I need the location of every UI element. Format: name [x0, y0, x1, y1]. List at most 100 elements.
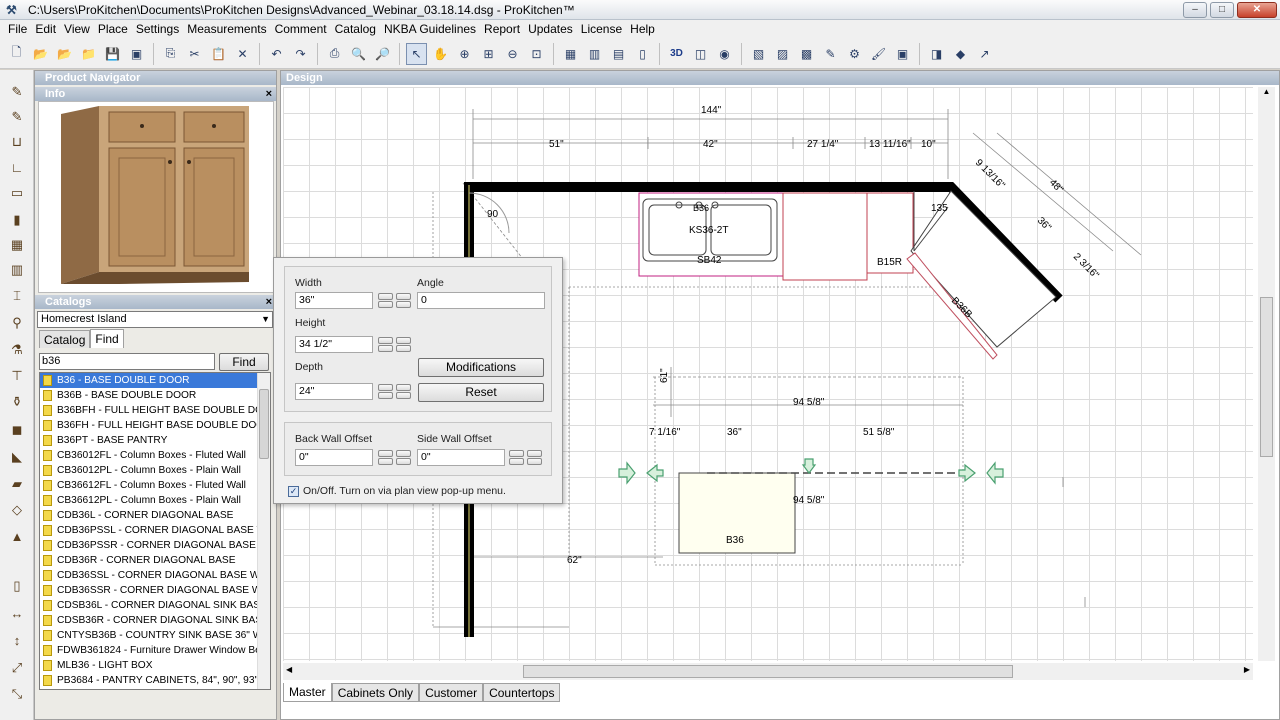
perspective-icon[interactable]: ◫	[690, 43, 711, 65]
window-icon[interactable]: ◨	[926, 43, 947, 65]
menu-view[interactable]: View	[60, 20, 94, 39]
menu-edit[interactable]: Edit	[31, 20, 60, 39]
back-wall-offset-input[interactable]: 0"	[295, 449, 373, 466]
door-panel-icon[interactable]: ▯	[7, 576, 27, 596]
list-item[interactable]: CDB36PSSR - CORNER DIAGONAL BASE WIT	[40, 538, 270, 553]
find-input[interactable]: b36	[39, 353, 215, 370]
list-item[interactable]: CDB36PSSL - CORNER DIAGONAL BASE WIT	[40, 523, 270, 538]
new-file-icon[interactable]: 🗋	[6, 43, 27, 65]
tab-catalog[interactable]: Catalog	[39, 330, 91, 348]
find-button[interactable]: Find	[219, 353, 269, 371]
undo-icon[interactable]: ↶	[266, 43, 287, 65]
menu-updates[interactable]: Updates	[524, 20, 577, 39]
copy-icon[interactable]: ⎘	[160, 43, 181, 65]
menu-comment[interactable]: Comment	[271, 20, 331, 39]
menu-nkba-guidelines[interactable]: NKBA Guidelines	[380, 20, 480, 39]
report-preview-icon[interactable]: 🔎	[372, 43, 393, 65]
rectangle-room-icon[interactable]: ▭	[7, 183, 27, 203]
open-recent-icon[interactable]: 📂	[54, 43, 75, 65]
depth-stepper[interactable]	[378, 384, 412, 401]
list-item[interactable]: FDWB361824 - Furniture Drawer Window Be	[40, 643, 270, 658]
list-item[interactable]: CB36012FL - Column Boxes - Fluted Wall	[40, 448, 270, 463]
list-item[interactable]: B36B - BASE DOUBLE DOOR	[40, 388, 270, 403]
door-icon[interactable]: ▯	[632, 43, 653, 65]
save-as-icon[interactable]: ▣	[126, 43, 147, 65]
tile-icon[interactable]: ◇	[7, 500, 27, 520]
ceiling-icon[interactable]: ▲	[7, 526, 27, 546]
list-item[interactable]: MLB36 - LIGHT BOX	[40, 658, 270, 673]
zoom-in-icon[interactable]: ⊕	[454, 43, 475, 65]
back-wall-offset-stepper[interactable]	[378, 450, 412, 467]
cut-icon[interactable]: ✂	[184, 43, 205, 65]
paint-icon[interactable]: 🖌	[868, 43, 889, 65]
scroll-up-icon[interactable]: ▲	[1258, 87, 1275, 96]
tab-find[interactable]: Find	[90, 329, 124, 348]
wall-cabinet-icon[interactable]: ▦	[7, 235, 27, 255]
vertical-dimension-icon[interactable]: ↕	[7, 630, 27, 650]
table-icon[interactable]: ⊤	[7, 366, 27, 386]
catalog-select[interactable]: Homecrest Island ▼	[37, 311, 273, 328]
menu-license[interactable]: License	[577, 20, 626, 39]
design-vertical-scrollbar[interactable]: ▲	[1258, 87, 1275, 661]
appliance-icon[interactable]: ⚗	[7, 340, 27, 360]
open-template-icon[interactable]: 📁	[78, 43, 99, 65]
design-horizontal-scrollbar[interactable]: ◀ ▶	[283, 663, 1253, 680]
base-cabinet-icon[interactable]: ▮	[7, 210, 27, 230]
tab-customer[interactable]: Customer	[419, 683, 484, 702]
maximize-button[interactable]: □	[1210, 1, 1234, 18]
list-item[interactable]: B36 - BASE DOUBLE DOOR	[40, 373, 270, 388]
menu-settings[interactable]: Settings	[132, 20, 183, 39]
zoom-out-icon[interactable]: ⊖	[502, 43, 523, 65]
height-stepper[interactable]	[378, 337, 412, 354]
menu-help[interactable]: Help	[626, 20, 659, 39]
list-item[interactable]: CNTYSB36B - COUNTRY SINK BASE 36" WIDE	[40, 628, 270, 643]
list-scroll-thumb[interactable]	[259, 389, 269, 459]
zoom-extents-icon[interactable]: ⊡	[526, 43, 547, 65]
width-stepper[interactable]	[378, 293, 412, 310]
list-item[interactable]: B36PT - BASE PANTRY	[40, 433, 270, 448]
angled-dimension-icon[interactable]: ⤡	[7, 684, 27, 704]
settings-gear-icon[interactable]: ⚙	[844, 43, 865, 65]
faucet-icon[interactable]: ⚲	[7, 313, 27, 333]
close-button[interactable]: ✕	[1237, 1, 1277, 18]
view-3d-button[interactable]: 3D	[666, 43, 687, 65]
vase-icon[interactable]: ⚱	[7, 392, 27, 412]
menu-report[interactable]: Report	[480, 20, 524, 39]
redo-icon[interactable]: ↷	[290, 43, 311, 65]
scroll-right-icon[interactable]: ▶	[1244, 665, 1250, 674]
layout-icon[interactable]: ▣	[892, 43, 913, 65]
cabinet-report-icon[interactable]: ▧	[748, 43, 769, 65]
side-wall-offset-input[interactable]: 0"	[417, 449, 505, 466]
print-preview-icon[interactable]: 🔍	[348, 43, 369, 65]
list-item[interactable]: CDSB36R - CORNER DIAGONAL SINK BASE	[40, 613, 270, 628]
select-pointer-icon[interactable]: ↖	[406, 42, 427, 65]
angle-input[interactable]: 0	[417, 292, 545, 309]
menu-catalog[interactable]: Catalog	[331, 20, 380, 39]
list-scrollbar[interactable]	[257, 373, 270, 689]
list-item[interactable]: CDSB36L - CORNER DIAGONAL SINK BASE	[40, 598, 270, 613]
pan-hand-icon[interactable]: ✋	[430, 43, 451, 65]
l-shape-room-icon[interactable]: ∟	[7, 157, 27, 177]
draw-line-icon[interactable]: ✎	[7, 107, 27, 127]
countertop-icon[interactable]: ▰	[7, 474, 27, 494]
reset-button[interactable]: Reset	[418, 383, 544, 402]
scroll-left-icon[interactable]: ◀	[286, 665, 292, 674]
list-item[interactable]: CB36612PL - Column Boxes - Plain Wall	[40, 493, 270, 508]
open-folder-icon[interactable]: 📂	[30, 43, 51, 65]
draw-wall-icon[interactable]: ✎	[7, 82, 27, 102]
list-item[interactable]: B36FH - FULL HEIGHT BASE DOUBLE DOOR	[40, 418, 270, 433]
height-input[interactable]: 34 1/2"	[295, 336, 373, 353]
horizontal-dimension-icon[interactable]: ↔	[7, 603, 27, 623]
list-item[interactable]: CDB36SSL - CORNER DIAGONAL BASE WITH	[40, 568, 270, 583]
width-input[interactable]: 36"	[295, 292, 373, 309]
horizontal-scroll-thumb[interactable]	[523, 665, 1013, 678]
menu-file[interactable]: File	[4, 20, 31, 39]
diagonal-dimension-icon[interactable]: ⤢	[7, 658, 27, 678]
render-icon[interactable]: ◉	[714, 43, 735, 65]
list-item[interactable]: B36BFH - FULL HEIGHT BASE DOUBLE DOOR	[40, 403, 270, 418]
paste-icon[interactable]: 📋	[208, 43, 229, 65]
elevation-icon[interactable]: ▥	[584, 43, 605, 65]
elevation-all-icon[interactable]: ▤	[608, 43, 629, 65]
list-item[interactable]: CB36012PL - Column Boxes - Plain Wall	[40, 463, 270, 478]
box-icon[interactable]: ◼	[7, 420, 27, 440]
